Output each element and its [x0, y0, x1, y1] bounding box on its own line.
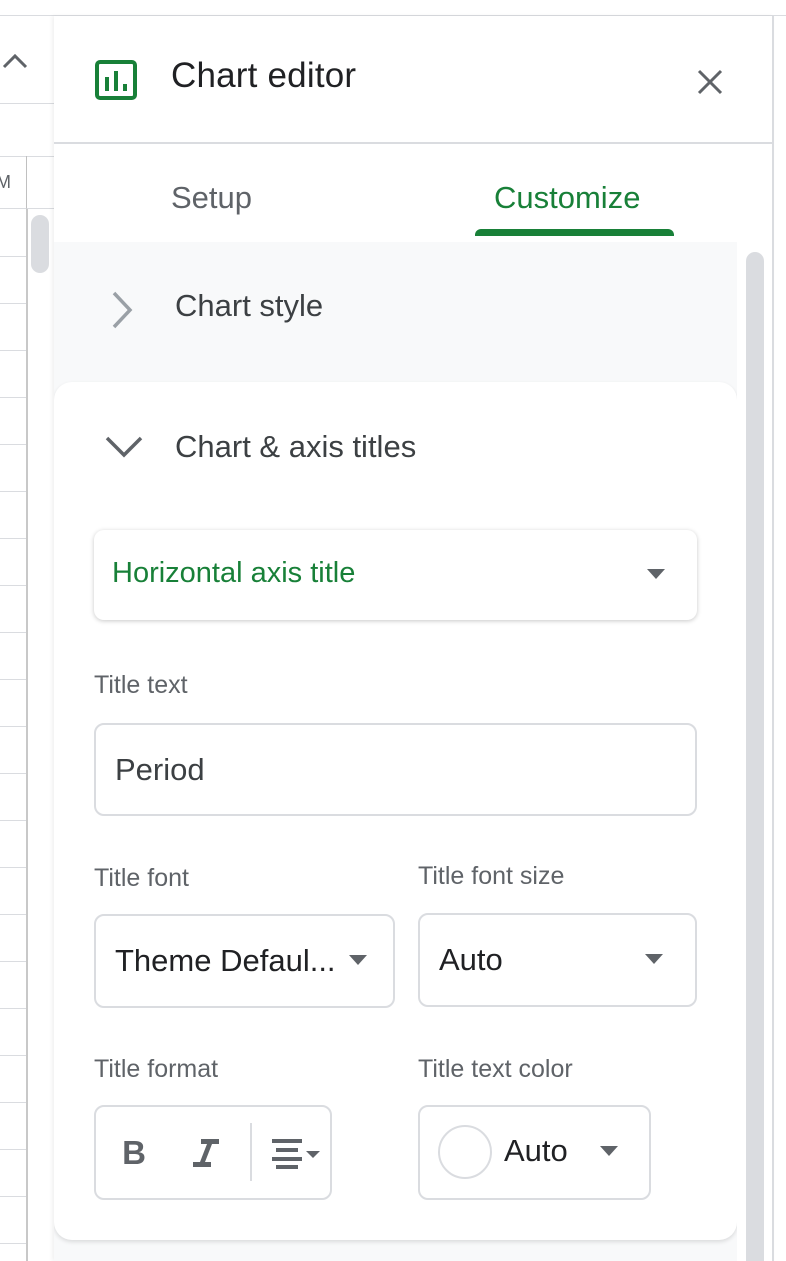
- grid-row-line: [0, 1243, 26, 1244]
- section-chart-style-label: Chart style: [175, 288, 324, 323]
- customize-content: Chart style Chart & axis titles Horizont…: [54, 242, 737, 1261]
- dropdown-arrow-icon: [600, 1146, 618, 1156]
- dropdown-arrow-icon: [349, 955, 367, 965]
- grid-row-line: [0, 585, 26, 586]
- close-button[interactable]: [690, 62, 730, 102]
- title-font-size-value: Auto: [439, 942, 503, 977]
- title-font-size-label: Title font size: [418, 862, 565, 890]
- panel-header: Chart editor: [54, 16, 774, 144]
- column-header-m[interactable]: M: [0, 156, 27, 209]
- toolbar-divider: [0, 103, 54, 104]
- grid-column-line: [26, 209, 28, 1261]
- title-target-value: Horizontal axis title: [112, 557, 356, 589]
- chart-editor-panel: Chart editor Setup Customize Chart style…: [54, 16, 774, 1261]
- title-text-color-select[interactable]: Auto: [418, 1105, 651, 1200]
- grid-row-line: [0, 961, 26, 962]
- grid-row-line: [0, 1196, 26, 1197]
- title-text-value: Period: [115, 751, 205, 787]
- grid-row-line: [0, 538, 26, 539]
- grid-row-line: [0, 491, 26, 492]
- section-chart-style[interactable]: Chart style: [54, 242, 737, 380]
- grid-row-line: [0, 256, 26, 257]
- spreadsheet-area: M: [0, 16, 54, 1261]
- title-text-input[interactable]: Period: [94, 723, 697, 816]
- title-text-color-label: Title text color: [418, 1055, 573, 1083]
- align-dropdown-button[interactable]: [268, 1129, 324, 1177]
- grid-row-line: [0, 820, 26, 821]
- grid-row-line: [0, 350, 26, 351]
- sheet-scrollbar-thumb[interactable]: [31, 215, 49, 273]
- grid-row-line: [0, 632, 26, 633]
- grid-row-line: [0, 773, 26, 774]
- dropdown-arrow-icon: [647, 569, 665, 579]
- active-tab-indicator: [475, 229, 674, 236]
- grid-row-line: [0, 679, 26, 680]
- grid-row-line: [0, 303, 26, 304]
- title-text-label: Title text: [94, 671, 188, 699]
- title-font-value: Theme Defaul...: [115, 943, 336, 978]
- grid-row-line: [0, 444, 26, 445]
- editor-tabs: Setup Customize: [54, 146, 774, 242]
- tab-setup[interactable]: Setup: [171, 180, 252, 216]
- title-format-label: Title format: [94, 1055, 219, 1083]
- title-font-size-select[interactable]: Auto: [418, 913, 697, 1007]
- close-icon: [697, 69, 723, 95]
- italic-button[interactable]: [182, 1129, 230, 1177]
- grid-row-line: [0, 914, 26, 915]
- column-header-next[interactable]: [27, 156, 54, 209]
- section-chart-axis-titles-label: Chart & axis titles: [175, 429, 417, 464]
- format-separator: [250, 1123, 252, 1181]
- section-chart-axis-titles: Chart & axis titles Horizontal axis titl…: [54, 382, 737, 1240]
- title-format-toolbar: B: [94, 1105, 332, 1200]
- top-strip: [0, 0, 786, 16]
- grid-row-line: [0, 1055, 26, 1056]
- chevron-up-icon: [2, 53, 28, 69]
- dropdown-arrow-icon: [645, 954, 663, 964]
- tab-customize[interactable]: Customize: [494, 180, 640, 216]
- title-font-select[interactable]: Theme Defaul...: [94, 914, 395, 1008]
- grid-row-line: [0, 867, 26, 868]
- panel-scrollbar[interactable]: [746, 252, 764, 1261]
- chevron-right-icon: [112, 291, 133, 329]
- italic-icon: [193, 1139, 219, 1167]
- chevron-down-icon: [105, 436, 143, 458]
- section-chart-axis-titles-header[interactable]: Chart & axis titles: [54, 382, 737, 512]
- grid-row-line: [0, 1102, 26, 1103]
- grid-row-line: [0, 1149, 26, 1150]
- bold-button[interactable]: B: [110, 1129, 158, 1177]
- title-target-dropdown[interactable]: Horizontal axis title: [94, 530, 697, 620]
- bar-chart-icon: [95, 60, 137, 100]
- bold-icon: B: [122, 1134, 146, 1171]
- title-font-label: Title font: [94, 864, 189, 892]
- color-swatch: [438, 1125, 492, 1179]
- grid-row-line: [0, 1008, 26, 1009]
- title-text-color-value: Auto: [504, 1133, 568, 1168]
- grid-row-line: [0, 397, 26, 398]
- collapse-toolbar-button[interactable]: [0, 46, 30, 76]
- panel-right-border: [772, 16, 774, 1261]
- align-dropdown-icon: [272, 1139, 320, 1169]
- grid-row-line: [0, 726, 26, 727]
- panel-title: Chart editor: [171, 56, 357, 95]
